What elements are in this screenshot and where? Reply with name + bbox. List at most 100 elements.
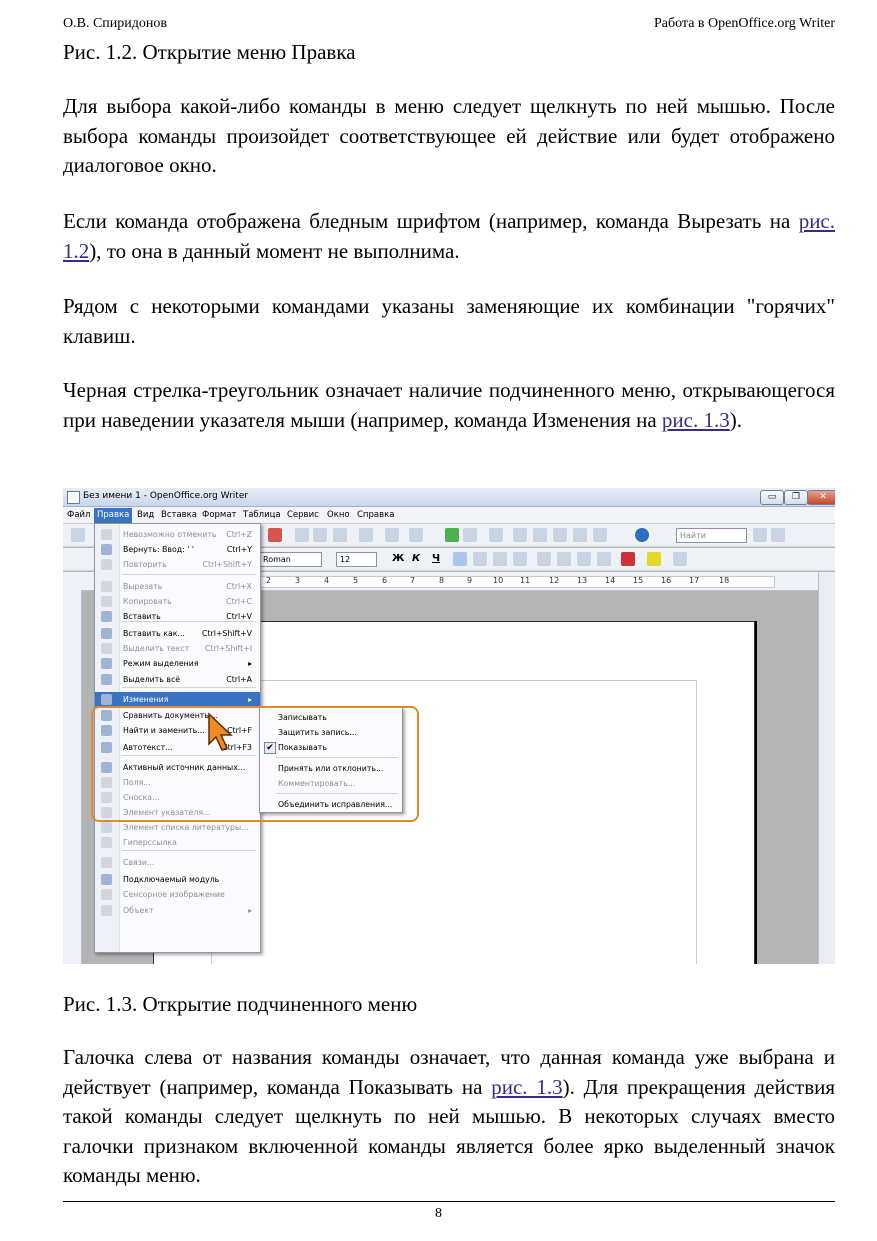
- ruler-tick: 8: [439, 576, 445, 585]
- edit-menu-item[interactable]: Повторить Ctrl+Shift+Y: [95, 557, 260, 572]
- figure-link-1-3[interactable]: рис. 1.3: [662, 408, 730, 432]
- edit-menu-item[interactable]: Невозможно отменить Ctrl+Z: [95, 527, 260, 542]
- gallery-icon[interactable]: [533, 528, 547, 542]
- draw-icon[interactable]: [489, 528, 503, 542]
- edit-menu-item[interactable]: Элемент списка литературы...: [95, 820, 260, 835]
- copy-icon[interactable]: [313, 528, 327, 542]
- font-size-select[interactable]: 12: [336, 552, 377, 567]
- edit-menu-item[interactable]: Подключаемый модуль: [95, 872, 260, 887]
- datasources-icon[interactable]: [553, 528, 567, 542]
- bullets-icon[interactable]: [557, 552, 571, 566]
- menu-item-shortcut: Ctrl+Z: [226, 530, 252, 539]
- window-title: Без имени 1 - OpenOffice.org Writer: [83, 491, 249, 501]
- menu-item-shortcut: ▸: [248, 659, 252, 668]
- menu-item-label: Повторить: [123, 560, 167, 569]
- indent-icon[interactable]: [577, 552, 591, 566]
- background-color-icon[interactable]: [673, 552, 687, 566]
- header-title: Работа в OpenOffice.org Writer: [653, 16, 835, 31]
- vertical-scrollbar[interactable]: [818, 572, 835, 964]
- menu-table[interactable]: Таблица: [243, 510, 281, 520]
- cut-icon[interactable]: [295, 528, 309, 542]
- font-color-icon[interactable]: [621, 552, 635, 566]
- window-titlebar: Без имени 1 - OpenOffice.org Writer ▭ ❐ …: [63, 488, 835, 507]
- nonprint-chars-icon[interactable]: [573, 528, 587, 542]
- find-prev-icon[interactable]: [771, 528, 785, 542]
- menu-item-icon: [101, 544, 112, 555]
- menu-item-label: Режим выделения: [123, 659, 199, 668]
- highlight-icon[interactable]: [647, 552, 661, 566]
- menu-view[interactable]: Вид: [137, 510, 154, 520]
- spellcheck-icon[interactable]: [268, 528, 282, 542]
- menu-item-shortcut: Ctrl+X: [226, 582, 252, 591]
- menu-separator: [122, 621, 256, 622]
- menu-item-label: Сенсорное изображение: [123, 890, 225, 899]
- close-button[interactable]: ✕: [807, 490, 835, 505]
- menu-item-icon: [101, 674, 112, 685]
- align-left-icon[interactable]: [453, 552, 467, 566]
- find-input[interactable]: Найти: [676, 528, 747, 543]
- menu-item-label: Невозможно отменить: [123, 530, 217, 539]
- menu-window[interactable]: Окно: [327, 510, 350, 520]
- menu-item-label: Объект: [123, 906, 154, 915]
- ruler-tick: 7: [410, 576, 416, 585]
- edit-menu-item[interactable]: Гиперссылка: [95, 835, 260, 850]
- menu-item-icon: [101, 889, 112, 900]
- page-header: О.В. Спиридонов Работа в OpenOffice.org …: [63, 16, 835, 36]
- find-next-icon[interactable]: [753, 528, 767, 542]
- menu-help[interactable]: Справка: [357, 510, 394, 520]
- justify-icon[interactable]: [513, 552, 527, 566]
- figure-caption-1-3: Рис. 1.3. Открытие подчиненного меню: [63, 992, 418, 1016]
- figure-screenshot: Без имени 1 - OpenOffice.org Writer ▭ ❐ …: [63, 488, 835, 964]
- maximize-button[interactable]: ❐: [784, 490, 808, 505]
- ruler-tick: 13: [577, 576, 588, 585]
- edit-menu-item[interactable]: Выделить всё Ctrl+A: [95, 672, 260, 687]
- underline-button[interactable]: Ч: [432, 553, 440, 564]
- edit-menu-item[interactable]: Изменения ▸: [95, 692, 260, 707]
- menu-item-icon: [101, 559, 112, 570]
- navigator-icon[interactable]: [513, 528, 527, 542]
- menu-item-label: Вырезать: [123, 582, 163, 591]
- help-icon[interactable]: [635, 528, 649, 542]
- menu-item-icon: [101, 822, 112, 833]
- minimize-button[interactable]: ▭: [760, 490, 784, 505]
- edit-menu-item[interactable]: Выделить текст Ctrl+Shift+I: [95, 641, 260, 656]
- menu-tools[interactable]: Сервис: [287, 510, 319, 520]
- menu-item-label: Выделить всё: [123, 675, 181, 684]
- menu-format[interactable]: Формат: [202, 510, 237, 520]
- edit-menu-item[interactable]: Вставить как... Ctrl+Shift+V: [95, 626, 260, 641]
- edit-menu-item[interactable]: Режим выделения ▸: [95, 656, 260, 671]
- menu-item-label: Элемент списка литературы...: [123, 823, 249, 832]
- align-center-icon[interactable]: [473, 552, 487, 566]
- menu-item-icon: [101, 628, 112, 639]
- bold-button[interactable]: Ж: [392, 553, 404, 564]
- outdent-icon[interactable]: [597, 552, 611, 566]
- menu-file[interactable]: Файл: [67, 510, 90, 520]
- figure-link-1-3-second[interactable]: рис. 1.3: [491, 1075, 562, 1099]
- align-right-icon[interactable]: [493, 552, 507, 566]
- edit-menu-item[interactable]: Вырезать Ctrl+X: [95, 579, 260, 594]
- edit-menu-item[interactable]: Связи...: [95, 855, 260, 870]
- hyperlink-icon[interactable]: [445, 528, 459, 542]
- new-doc-icon[interactable]: [71, 528, 85, 542]
- menu-edit[interactable]: Правка: [94, 508, 133, 523]
- ruler-tick: 6: [382, 576, 388, 585]
- menu-item-shortcut: ▸: [248, 906, 252, 915]
- redo-icon[interactable]: [409, 528, 423, 542]
- italic-button[interactable]: К: [412, 553, 420, 564]
- edit-menu-item[interactable]: Копировать Ctrl+C: [95, 594, 260, 609]
- edit-menu-item[interactable]: Вернуть: Ввод: ' ' Ctrl+Y: [95, 542, 260, 557]
- edit-menu-item[interactable]: Объект ▸: [95, 903, 260, 918]
- font-name-select[interactable]: Roman: [259, 552, 322, 567]
- footer-rule: [63, 1201, 835, 1202]
- table-icon[interactable]: [463, 528, 477, 542]
- menu-item-shortcut: Ctrl+Shift+I: [205, 644, 252, 653]
- menu-separator: [122, 687, 256, 688]
- menu-insert[interactable]: Вставка: [161, 510, 197, 520]
- numbering-icon[interactable]: [537, 552, 551, 566]
- edit-menu-item[interactable]: Сенсорное изображение: [95, 887, 260, 902]
- brush-icon[interactable]: [359, 528, 373, 542]
- zoom-icon[interactable]: [593, 528, 607, 542]
- paste-icon[interactable]: [333, 528, 347, 542]
- writer-app-icon: [67, 491, 80, 504]
- undo-icon[interactable]: [385, 528, 399, 542]
